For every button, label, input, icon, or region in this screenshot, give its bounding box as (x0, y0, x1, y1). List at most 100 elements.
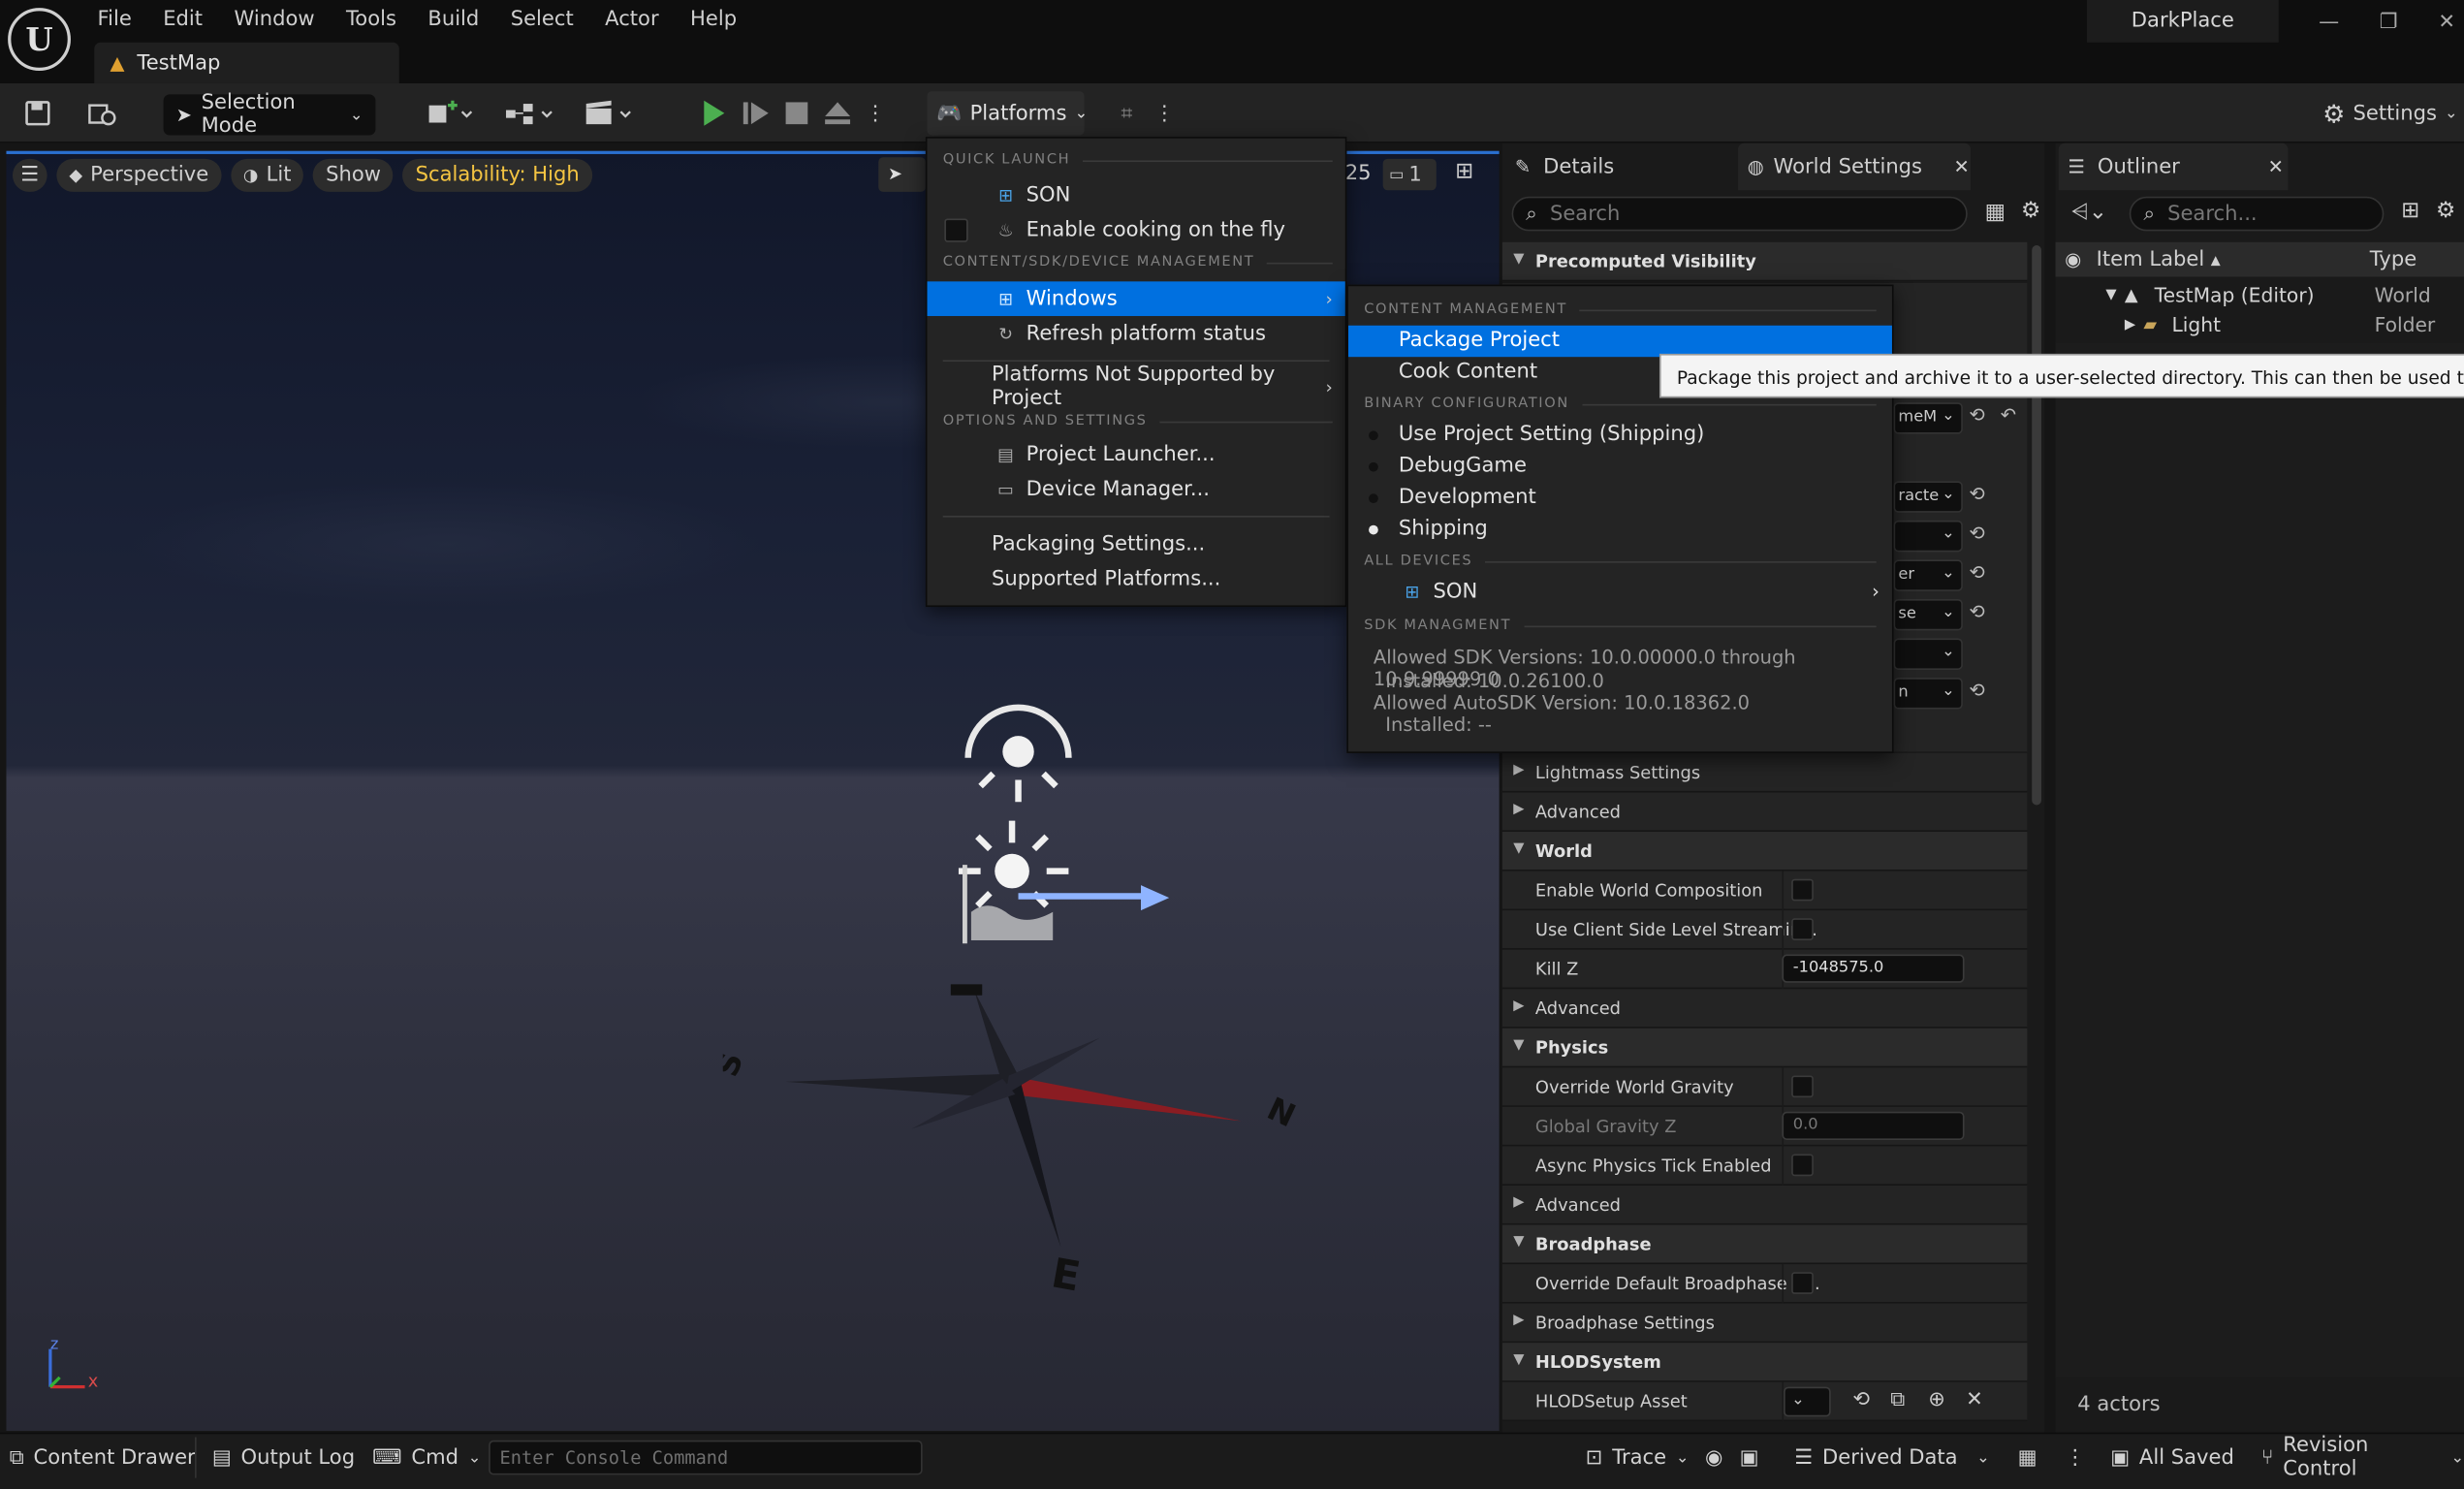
directional-light-icon[interactable] (956, 817, 1176, 949)
outliner-row-light[interactable]: ▶ ▰ Light Folder (2056, 310, 2464, 340)
viewport-menu-button[interactable]: ☰ (12, 158, 47, 192)
content-drawer-button[interactable]: ⧉ Content Drawer (10, 1433, 196, 1483)
play-options-icon[interactable]: ⋮ (865, 96, 887, 131)
stop-icon[interactable] (781, 96, 812, 131)
filter-icon[interactable]: ⩤⌄ (2071, 200, 2107, 225)
menu-item-not-supported[interactable]: Platforms Not Supported by Project › (928, 364, 1345, 411)
details-search[interactable]: ⌕ Search (1511, 196, 1968, 232)
config-option-development[interactable]: Development (1348, 483, 1892, 514)
console-input[interactable]: Enter Console Command (489, 1440, 923, 1475)
add-actor-icon[interactable] (421, 98, 477, 129)
menu-build[interactable]: Build (427, 7, 479, 30)
gear-icon[interactable]: ⚙ (2021, 198, 2046, 226)
clipped-property-control[interactable]: er ⌄ (1893, 559, 1963, 591)
source-control-icon[interactable] (85, 98, 120, 129)
details-scrollbar[interactable] (2032, 245, 2041, 806)
use-selected-icon[interactable]: ⟲ (1852, 1388, 1870, 1411)
details-category[interactable]: ▶ Advanced (1501, 1185, 2028, 1225)
sky-light-icon[interactable] (962, 701, 1075, 805)
gear-icon[interactable]: ⚙ (2436, 198, 2455, 223)
output-log-button[interactable]: ▤ Output Log (212, 1433, 355, 1483)
platforms-button[interactable]: 🎮 Platforms ⌄ (927, 91, 1088, 136)
property-number-input[interactable]: -1048575.0 (1782, 954, 1965, 983)
menu-item-packaging-settings[interactable]: Packaging Settings... (928, 526, 1345, 561)
collapse-arrow-icon[interactable]: ▼ (1513, 841, 1524, 857)
details-category[interactable]: ▶ Advanced (1501, 792, 2028, 833)
menu-item-project-launcher[interactable]: ▤ Project Launcher... (928, 437, 1345, 472)
play-icon[interactable] (698, 96, 729, 131)
trace-dropdown[interactable]: ⊡ Trace ⌄ (1586, 1433, 1690, 1483)
menu-item-refresh[interactable]: ↻ Refresh platform status (928, 316, 1345, 351)
reset-to-default-icon[interactable]: ⟲ (1969, 561, 1994, 589)
settings-button[interactable]: ⚙ Settings ⌄ (2322, 94, 2458, 132)
menu-help[interactable]: Help (690, 7, 737, 30)
details-property-row[interactable]: Override Default Broadphase S... (1501, 1264, 2028, 1304)
clipped-property-control[interactable]: racte ⌄ (1893, 481, 1963, 513)
reset-to-default-icon[interactable]: ⟲ (1969, 483, 1994, 511)
table-view-icon[interactable]: ▦ (1985, 200, 2010, 228)
menu-item-son[interactable]: ⊞ SON (928, 177, 1345, 212)
clipped-property-control[interactable]: ⌄ (1893, 638, 1963, 670)
perspective-button[interactable]: ◆ Perspective (56, 158, 222, 192)
column-item-label[interactable]: Item Label (2097, 247, 2205, 270)
all-saved-button[interactable]: ▣ All Saved (2110, 1433, 2234, 1483)
save-icon[interactable] (22, 98, 53, 129)
clear-icon[interactable]: ✕ (1966, 1388, 1983, 1411)
expand-arrow-icon[interactable]: ▶ (1513, 802, 1524, 817)
more-options-icon[interactable]: ⋮ (1153, 96, 1176, 131)
property-checkbox[interactable] (1791, 878, 1814, 902)
property-checkbox[interactable] (1791, 918, 1814, 940)
property-checkbox[interactable] (1791, 1154, 1814, 1177)
config-option-project-setting[interactable]: Use Project Setting (Shipping) (1348, 420, 1892, 451)
menu-tools[interactable]: Tools (346, 7, 396, 30)
advance-frame-icon[interactable] (741, 96, 772, 131)
menu-select[interactable]: Select (511, 7, 574, 30)
column-type[interactable]: Type (2370, 247, 2417, 270)
clipped-property-control[interactable]: n ⌄ (1893, 678, 1963, 710)
cinematics-icon[interactable] (582, 98, 638, 129)
details-property-row[interactable]: Enable World Composition (1501, 871, 2028, 911)
details-category[interactable]: ▼ World (1501, 832, 2028, 871)
eject-icon[interactable] (822, 96, 853, 131)
expand-arrow-icon[interactable]: ▶ (1513, 763, 1524, 778)
more-icon[interactable]: ⋮ (2065, 1433, 2085, 1483)
details-property-row[interactable]: Override World Gravity (1501, 1067, 2028, 1107)
details-property-row[interactable]: Global Gravity Z 0.0 (1501, 1106, 2028, 1147)
precomputed-visibility-category[interactable]: ▼ Precomputed Visibility (1501, 241, 2028, 282)
scalability-badge[interactable]: Scalability: High (402, 158, 592, 192)
stats-icon[interactable]: ▦ (2018, 1433, 2038, 1483)
menu-item-package-project[interactable]: Package Project (1347, 325, 1892, 358)
menu-item-device-manager[interactable]: ▭ Device Manager... (928, 472, 1345, 507)
unreal-logo-icon[interactable]: U (8, 8, 71, 71)
outliner-search[interactable]: ⌕ Search... (2129, 196, 2385, 232)
details-property-row[interactable]: Async Physics Tick Enabled (1501, 1146, 2028, 1186)
config-option-shipping[interactable]: Shipping (1348, 514, 1892, 545)
expand-arrow-icon[interactable]: ▼ (2105, 287, 2116, 302)
property-number-input[interactable]: 0.0 (1782, 1111, 1965, 1140)
selection-mode-dropdown[interactable]: ➤ Selection Mode ⌄ (163, 91, 376, 139)
details-category[interactable]: ▼ Broadphase (1501, 1224, 2028, 1265)
reset-to-default-icon[interactable]: ⟲ (1969, 601, 1994, 629)
screenshot-icon[interactable]: ▣ (1740, 1433, 1759, 1483)
property-checkbox[interactable] (1791, 1075, 1814, 1098)
reset-to-default-icon[interactable]: ⟲ (1969, 404, 1994, 432)
collapse-arrow-icon[interactable]: ▼ (1513, 1038, 1524, 1054)
tab-outliner[interactable]: ☰ Outliner ✕ (2058, 143, 2289, 191)
revision-control-dropdown[interactable]: ⑂ Revision Control ⌄ (2261, 1433, 2464, 1483)
menu-file[interactable]: File (98, 7, 132, 30)
camera-count-button[interactable]: ▭ 1 (1382, 158, 1437, 191)
show-button[interactable]: Show (313, 158, 394, 192)
cook-on-fly-checkbox[interactable] (944, 218, 968, 242)
details-category[interactable]: ▼ Physics (1501, 1028, 2028, 1068)
menu-edit[interactable]: Edit (163, 7, 203, 30)
close-icon[interactable]: ✕ (1953, 156, 1969, 178)
live-coding-icon[interactable]: ⌗ (1110, 96, 1145, 131)
camera-speed-label[interactable]: 25 (1345, 162, 1372, 185)
browse-icon[interactable]: ⧉ (1890, 1388, 1905, 1411)
layout-icon[interactable]: ⊞ (1455, 159, 1486, 190)
derived-data-dropdown[interactable]: ☰ Derived Data ⌄ (1794, 1433, 1989, 1483)
menu-window[interactable]: Window (234, 7, 314, 30)
visibility-eye-icon[interactable]: ◉ (2065, 248, 2096, 270)
menu-item-windows[interactable]: ⊞ Windows › (927, 281, 1345, 317)
clipped-property-control[interactable]: se ⌄ (1893, 598, 1963, 631)
